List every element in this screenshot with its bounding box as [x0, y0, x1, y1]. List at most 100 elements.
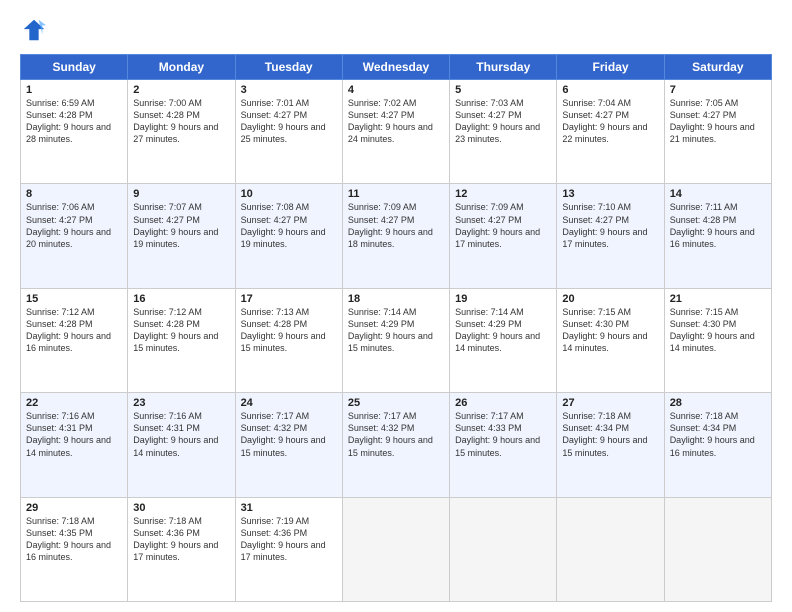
calendar-cell: 28Sunrise: 7:18 AMSunset: 4:34 PMDayligh…	[664, 393, 771, 497]
day-info: Sunrise: 7:10 AMSunset: 4:27 PMDaylight:…	[562, 201, 658, 250]
day-number: 28	[670, 397, 766, 409]
calendar-day-header: Tuesday	[235, 55, 342, 80]
calendar-row: 22Sunrise: 7:16 AMSunset: 4:31 PMDayligh…	[21, 393, 772, 497]
day-info: Sunrise: 7:13 AMSunset: 4:28 PMDaylight:…	[241, 306, 337, 355]
day-info: Sunrise: 7:08 AMSunset: 4:27 PMDaylight:…	[241, 201, 337, 250]
calendar-cell: 16Sunrise: 7:12 AMSunset: 4:28 PMDayligh…	[128, 288, 235, 392]
logo-icon	[20, 16, 48, 44]
day-info: Sunrise: 7:00 AMSunset: 4:28 PMDaylight:…	[133, 97, 229, 146]
calendar-cell: 9Sunrise: 7:07 AMSunset: 4:27 PMDaylight…	[128, 184, 235, 288]
calendar-cell: 4Sunrise: 7:02 AMSunset: 4:27 PMDaylight…	[342, 80, 449, 184]
day-info: Sunrise: 7:15 AMSunset: 4:30 PMDaylight:…	[562, 306, 658, 355]
calendar-cell: 2Sunrise: 7:00 AMSunset: 4:28 PMDaylight…	[128, 80, 235, 184]
calendar-cell	[664, 497, 771, 601]
day-number: 12	[455, 188, 551, 200]
calendar-cell: 3Sunrise: 7:01 AMSunset: 4:27 PMDaylight…	[235, 80, 342, 184]
day-info: Sunrise: 7:14 AMSunset: 4:29 PMDaylight:…	[455, 306, 551, 355]
day-number: 11	[348, 188, 444, 200]
calendar-cell: 30Sunrise: 7:18 AMSunset: 4:36 PMDayligh…	[128, 497, 235, 601]
day-info: Sunrise: 7:17 AMSunset: 4:33 PMDaylight:…	[455, 410, 551, 459]
day-info: Sunrise: 7:17 AMSunset: 4:32 PMDaylight:…	[348, 410, 444, 459]
calendar-cell	[557, 497, 664, 601]
day-info: Sunrise: 7:02 AMSunset: 4:27 PMDaylight:…	[348, 97, 444, 146]
calendar-cell: 27Sunrise: 7:18 AMSunset: 4:34 PMDayligh…	[557, 393, 664, 497]
calendar-cell: 23Sunrise: 7:16 AMSunset: 4:31 PMDayligh…	[128, 393, 235, 497]
day-number: 26	[455, 397, 551, 409]
day-info: Sunrise: 7:01 AMSunset: 4:27 PMDaylight:…	[241, 97, 337, 146]
calendar-cell: 14Sunrise: 7:11 AMSunset: 4:28 PMDayligh…	[664, 184, 771, 288]
day-number: 6	[562, 84, 658, 96]
calendar-cell: 29Sunrise: 7:18 AMSunset: 4:35 PMDayligh…	[21, 497, 128, 601]
day-info: Sunrise: 7:09 AMSunset: 4:27 PMDaylight:…	[348, 201, 444, 250]
day-number: 23	[133, 397, 229, 409]
calendar-header-row: SundayMondayTuesdayWednesdayThursdayFrid…	[21, 55, 772, 80]
day-number: 2	[133, 84, 229, 96]
calendar-day-header: Saturday	[664, 55, 771, 80]
day-number: 8	[26, 188, 122, 200]
calendar-cell: 26Sunrise: 7:17 AMSunset: 4:33 PMDayligh…	[450, 393, 557, 497]
calendar-cell: 19Sunrise: 7:14 AMSunset: 4:29 PMDayligh…	[450, 288, 557, 392]
calendar-cell: 24Sunrise: 7:17 AMSunset: 4:32 PMDayligh…	[235, 393, 342, 497]
day-number: 18	[348, 293, 444, 305]
day-info: Sunrise: 7:03 AMSunset: 4:27 PMDaylight:…	[455, 97, 551, 146]
day-number: 4	[348, 84, 444, 96]
calendar-cell: 11Sunrise: 7:09 AMSunset: 4:27 PMDayligh…	[342, 184, 449, 288]
calendar-cell: 21Sunrise: 7:15 AMSunset: 4:30 PMDayligh…	[664, 288, 771, 392]
day-number: 19	[455, 293, 551, 305]
calendar-cell	[450, 497, 557, 601]
day-number: 27	[562, 397, 658, 409]
calendar-day-header: Monday	[128, 55, 235, 80]
calendar-day-header: Thursday	[450, 55, 557, 80]
day-number: 5	[455, 84, 551, 96]
day-info: Sunrise: 6:59 AMSunset: 4:28 PMDaylight:…	[26, 97, 122, 146]
calendar-cell: 7Sunrise: 7:05 AMSunset: 4:27 PMDaylight…	[664, 80, 771, 184]
day-info: Sunrise: 7:04 AMSunset: 4:27 PMDaylight:…	[562, 97, 658, 146]
calendar-cell: 10Sunrise: 7:08 AMSunset: 4:27 PMDayligh…	[235, 184, 342, 288]
calendar-cell: 17Sunrise: 7:13 AMSunset: 4:28 PMDayligh…	[235, 288, 342, 392]
day-info: Sunrise: 7:12 AMSunset: 4:28 PMDaylight:…	[26, 306, 122, 355]
day-number: 14	[670, 188, 766, 200]
day-number: 7	[670, 84, 766, 96]
calendar-row: 8Sunrise: 7:06 AMSunset: 4:27 PMDaylight…	[21, 184, 772, 288]
day-info: Sunrise: 7:18 AMSunset: 4:36 PMDaylight:…	[133, 515, 229, 564]
calendar-cell	[342, 497, 449, 601]
calendar-cell: 31Sunrise: 7:19 AMSunset: 4:36 PMDayligh…	[235, 497, 342, 601]
day-number: 22	[26, 397, 122, 409]
calendar-cell: 15Sunrise: 7:12 AMSunset: 4:28 PMDayligh…	[21, 288, 128, 392]
day-number: 1	[26, 84, 122, 96]
day-info: Sunrise: 7:18 AMSunset: 4:35 PMDaylight:…	[26, 515, 122, 564]
day-number: 10	[241, 188, 337, 200]
page: SundayMondayTuesdayWednesdayThursdayFrid…	[0, 0, 792, 612]
calendar-cell: 12Sunrise: 7:09 AMSunset: 4:27 PMDayligh…	[450, 184, 557, 288]
calendar-cell: 8Sunrise: 7:06 AMSunset: 4:27 PMDaylight…	[21, 184, 128, 288]
day-info: Sunrise: 7:05 AMSunset: 4:27 PMDaylight:…	[670, 97, 766, 146]
day-info: Sunrise: 7:06 AMSunset: 4:27 PMDaylight:…	[26, 201, 122, 250]
day-number: 30	[133, 502, 229, 514]
day-number: 25	[348, 397, 444, 409]
day-info: Sunrise: 7:12 AMSunset: 4:28 PMDaylight:…	[133, 306, 229, 355]
day-info: Sunrise: 7:17 AMSunset: 4:32 PMDaylight:…	[241, 410, 337, 459]
calendar-cell: 13Sunrise: 7:10 AMSunset: 4:27 PMDayligh…	[557, 184, 664, 288]
day-number: 24	[241, 397, 337, 409]
calendar-row: 15Sunrise: 7:12 AMSunset: 4:28 PMDayligh…	[21, 288, 772, 392]
day-info: Sunrise: 7:19 AMSunset: 4:36 PMDaylight:…	[241, 515, 337, 564]
calendar-cell: 25Sunrise: 7:17 AMSunset: 4:32 PMDayligh…	[342, 393, 449, 497]
calendar-row: 1Sunrise: 6:59 AMSunset: 4:28 PMDaylight…	[21, 80, 772, 184]
calendar-day-header: Friday	[557, 55, 664, 80]
day-info: Sunrise: 7:15 AMSunset: 4:30 PMDaylight:…	[670, 306, 766, 355]
calendar-day-header: Wednesday	[342, 55, 449, 80]
day-number: 3	[241, 84, 337, 96]
day-info: Sunrise: 7:09 AMSunset: 4:27 PMDaylight:…	[455, 201, 551, 250]
header	[20, 16, 772, 44]
day-number: 16	[133, 293, 229, 305]
calendar-day-header: Sunday	[21, 55, 128, 80]
day-number: 13	[562, 188, 658, 200]
day-info: Sunrise: 7:16 AMSunset: 4:31 PMDaylight:…	[133, 410, 229, 459]
day-info: Sunrise: 7:16 AMSunset: 4:31 PMDaylight:…	[26, 410, 122, 459]
calendar: SundayMondayTuesdayWednesdayThursdayFrid…	[20, 54, 772, 602]
calendar-cell: 20Sunrise: 7:15 AMSunset: 4:30 PMDayligh…	[557, 288, 664, 392]
day-number: 17	[241, 293, 337, 305]
day-info: Sunrise: 7:11 AMSunset: 4:28 PMDaylight:…	[670, 201, 766, 250]
day-number: 20	[562, 293, 658, 305]
calendar-cell: 18Sunrise: 7:14 AMSunset: 4:29 PMDayligh…	[342, 288, 449, 392]
